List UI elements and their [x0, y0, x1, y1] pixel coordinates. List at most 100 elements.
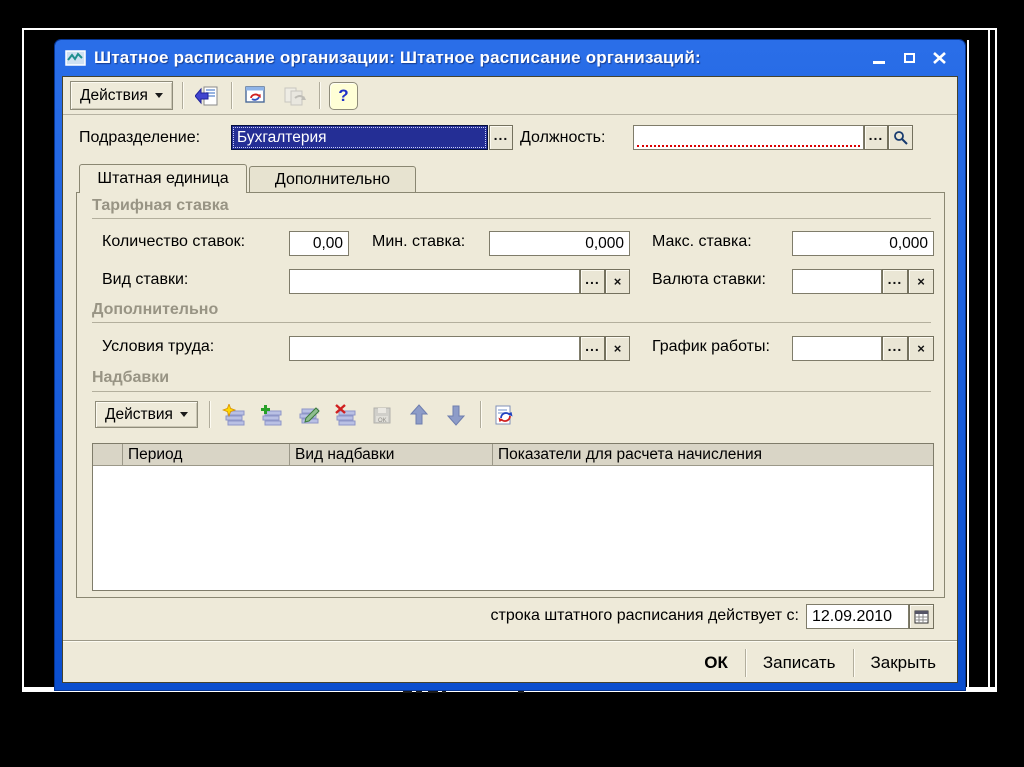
- allowances-section-title: Надбавки: [92, 369, 170, 386]
- move-down-button[interactable]: [443, 403, 469, 426]
- allowances-actions-label: Действия: [105, 405, 173, 423]
- go-to-list-button[interactable]: [192, 82, 222, 109]
- finish-edit-icon: OK: [373, 407, 391, 424]
- rate-kind-field[interactable]: [289, 269, 580, 294]
- max-rate-label: Макс. ставка:: [652, 233, 752, 250]
- rate-kind-lookup-button[interactable]: ...: [580, 269, 605, 294]
- slide-background: Штатное расписание организации: Штатное …: [0, 0, 1024, 767]
- rate-currency-lookup-button[interactable]: ...: [882, 269, 908, 294]
- allowances-table-header: Период Вид надбавки Показатели для расче…: [93, 444, 933, 466]
- toolbar-separator: [318, 82, 320, 109]
- work-schedule-field[interactable]: [792, 336, 882, 361]
- allowances-actions-menu-button[interactable]: Действия: [95, 401, 198, 428]
- department-lookup-button[interactable]: ...: [489, 125, 513, 150]
- work-schedule-label: График работы:: [652, 338, 770, 355]
- max-rate-field[interactable]: 0,000: [792, 231, 934, 256]
- position-label: Должность:: [520, 129, 606, 146]
- ok-button[interactable]: ОК: [687, 648, 745, 678]
- work-conditions-lookup-button[interactable]: ...: [580, 336, 605, 361]
- window-controls: [871, 50, 947, 66]
- slide-frame-right-outer: [995, 28, 997, 692]
- minimize-button[interactable]: [871, 50, 887, 66]
- min-rate-field[interactable]: 0,000: [489, 231, 630, 256]
- allowances-table-body[interactable]: [93, 466, 933, 591]
- svg-text:OK: OK: [378, 418, 387, 424]
- minimize-icon: [873, 61, 885, 64]
- edit-row-icon: [299, 406, 320, 423]
- finish-edit-button[interactable]: OK: [369, 403, 395, 426]
- toolbar-separator: [181, 82, 183, 109]
- window-icon: [65, 50, 86, 66]
- move-up-icon: [409, 403, 428, 424]
- validity-date-field[interactable]: 12.09.2010: [806, 604, 909, 629]
- save-button[interactable]: Записать: [746, 648, 853, 678]
- rate-kind-clear-button[interactable]: ×: [605, 269, 630, 294]
- move-up-button[interactable]: [406, 403, 432, 426]
- additional-section-title: Дополнительно: [92, 301, 219, 318]
- help-icon: ?: [338, 85, 349, 105]
- work-schedule-lookup-button[interactable]: ...: [882, 336, 908, 361]
- main-toolbar: Действия ?: [63, 77, 957, 115]
- reread-icon: [245, 86, 265, 103]
- tariff-values-row: Количество ставок: 0,00 Мин. ставка: 0,0…: [77, 231, 944, 256]
- maximize-button[interactable]: [901, 50, 917, 66]
- allowance-kind-column-header: Вид надбавки: [290, 444, 493, 465]
- toolbar-separator: [479, 401, 481, 428]
- refresh-table-button[interactable]: [492, 403, 518, 426]
- min-rate-label: Мин. ставка:: [372, 233, 466, 250]
- close-window-button[interactable]: Закрыть: [854, 648, 953, 678]
- copy-icon: [284, 87, 306, 105]
- tab-panel: Тарифная ставка Количество ставок: 0,00 …: [76, 192, 945, 598]
- chevron-down-icon: [154, 93, 163, 98]
- period-column-header: Период: [123, 444, 290, 465]
- copy-document-button[interactable]: [280, 82, 310, 109]
- close-button[interactable]: [931, 50, 947, 66]
- close-icon: [932, 52, 946, 64]
- rate-currency-label: Валюта ставки:: [652, 271, 766, 288]
- footer-divider: [63, 640, 957, 642]
- calendar-icon: [914, 610, 929, 623]
- copy-row-button[interactable]: [258, 403, 284, 426]
- tab-additional-label: Дополнительно: [274, 170, 391, 188]
- department-label: Подразделение:: [79, 129, 201, 146]
- tab-staff-unit-label: Штатная единица: [97, 170, 229, 187]
- delete-row-button[interactable]: [332, 403, 358, 426]
- move-down-icon: [446, 405, 465, 426]
- actions-menu-button[interactable]: Действия: [70, 81, 173, 110]
- rate-currency-field[interactable]: [792, 269, 882, 294]
- position-lookup-button[interactable]: ...: [864, 125, 888, 150]
- tab-additional[interactable]: Дополнительно: [249, 166, 416, 193]
- allowances-table[interactable]: Период Вид надбавки Показатели для расче…: [92, 443, 934, 591]
- toolbar-separator: [208, 401, 210, 428]
- quantity-field[interactable]: 0,00: [289, 231, 349, 256]
- quantity-label: Количество ставок:: [102, 233, 246, 250]
- rate-kind-label: Вид ставки:: [102, 271, 189, 288]
- position-search-button[interactable]: [888, 125, 913, 150]
- tariff-kind-row: Вид ставки: ... × Валюта ставки: ... ×: [77, 269, 944, 294]
- add-row-icon: [221, 403, 245, 425]
- section-divider: [92, 391, 931, 392]
- calendar-button[interactable]: [909, 604, 934, 629]
- tab-staff-unit[interactable]: Штатная единица: [79, 164, 247, 193]
- work-conditions-field[interactable]: [289, 336, 580, 361]
- reread-button[interactable]: [241, 82, 271, 109]
- work-schedule-clear-button[interactable]: ×: [908, 336, 934, 361]
- tariff-section-title: Тарифная ставка: [92, 197, 229, 214]
- section-divider: [92, 322, 931, 323]
- actions-menu-label: Действия: [80, 86, 148, 104]
- add-row-button[interactable]: [221, 403, 247, 426]
- footer-button-bar: ОК Записать Закрыть: [63, 643, 957, 682]
- work-conditions-clear-button[interactable]: ×: [605, 336, 630, 361]
- section-divider: [92, 218, 931, 219]
- conditions-row: Условия труда: ... × График работы: ... …: [77, 336, 944, 361]
- rate-currency-clear-button[interactable]: ×: [908, 269, 934, 294]
- copy-row-icon: [260, 404, 282, 425]
- help-button[interactable]: ?: [328, 81, 358, 110]
- row-selector-column-header: [93, 444, 123, 465]
- edit-row-button[interactable]: [295, 403, 321, 426]
- department-field[interactable]: Бухгалтерия: [231, 125, 488, 150]
- slide-frame-left: [22, 28, 24, 691]
- title-bar[interactable]: Штатное расписание организации: Штатное …: [62, 40, 958, 76]
- maximize-icon: [903, 53, 915, 63]
- position-field[interactable]: [633, 125, 864, 150]
